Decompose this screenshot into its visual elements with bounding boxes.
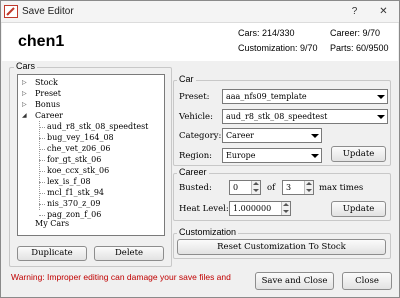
car-update-button[interactable]: Update [331, 146, 386, 162]
tree-node-my-cars[interactable]: My Cars [35, 219, 69, 228]
tree-node-career-car[interactable]: aud_r8_stk_08_speedtest [47, 122, 148, 131]
window-title: Save Editor [22, 6, 74, 17]
customization-count: Customization: 9/70 [238, 43, 318, 53]
tree-connector [39, 127, 45, 128]
spin-down-icon[interactable] [252, 187, 260, 193]
career-count: Career: 9/70 [330, 28, 381, 38]
tree-node-career-car[interactable]: nis_370_z_09 [47, 199, 100, 208]
tree-node-career-car[interactable]: koe_ccx_stk_06 [47, 166, 109, 175]
reset-customization-button[interactable]: Reset Customization To Stock [177, 239, 386, 255]
busted-stepper[interactable]: 0 [229, 180, 261, 195]
cars-tree[interactable]: ▷ Stock ▷ Preset ▷ Bonus ◢ Career aud_r8… [17, 74, 165, 236]
close-icon[interactable]: ✕ [377, 5, 390, 18]
customization-group-label: Customization [177, 227, 239, 237]
app-icon [4, 5, 18, 18]
chevron-down-icon [377, 115, 385, 119]
region-label: Region: [179, 151, 213, 161]
tree-node-career-car[interactable]: pag_zon_f_06 [47, 210, 101, 219]
tree-node-career[interactable]: Career [35, 111, 63, 120]
category-label: Category: [179, 131, 222, 141]
preset-select-value: aaa_nfs09_template [226, 92, 307, 101]
car-group-label: Car [177, 74, 196, 84]
tree-node-stock[interactable]: Stock [35, 78, 58, 87]
help-icon[interactable]: ? [348, 5, 361, 18]
tree-node-career-car[interactable]: mcl_f1_stk_94 [47, 188, 104, 197]
chevron-down-icon [311, 134, 319, 138]
tree-node-career-car[interactable]: bug_vey_164_08 [47, 133, 114, 142]
tree-connector [39, 215, 45, 216]
tree-node-career-car[interactable]: che_vet_z06_06 [47, 144, 110, 153]
collapse-icon[interactable]: ◢ [22, 112, 27, 119]
expand-icon[interactable]: ▷ [22, 79, 27, 86]
title-bar[interactable]: Save Editor ? ✕ [1, 1, 399, 23]
vehicle-select[interactable]: aud_r8_stk_08_speedtest [222, 109, 388, 124]
duplicate-button[interactable]: Duplicate [17, 246, 87, 261]
chevron-down-icon [311, 154, 319, 158]
vehicle-select-value: aud_r8_stk_08_speedtest [226, 112, 328, 121]
warning-text: Warning: Improper editing can damage you… [11, 272, 231, 282]
busted-label: Busted: [179, 183, 212, 193]
max-times-label: max times [319, 183, 364, 193]
spin-down-icon[interactable] [282, 208, 290, 214]
vehicle-label: Vehicle: [179, 112, 213, 122]
tree-connector [39, 160, 45, 161]
cars-group-label: Cars [14, 61, 38, 71]
profile-name: chen1 [18, 33, 65, 50]
tree-connector [39, 171, 45, 172]
heat-level-value: 1.000000 [233, 204, 272, 213]
cars-count: Cars: 214/330 [238, 28, 295, 38]
tree-connector [39, 121, 40, 210]
heat-level-stepper[interactable]: 1.000000 [229, 201, 291, 216]
tree-connector [39, 204, 45, 205]
delete-button[interactable]: Delete [94, 246, 164, 261]
busted-spin-buttons[interactable] [251, 181, 260, 194]
tree-node-preset[interactable]: Preset [35, 89, 61, 98]
career-update-button[interactable]: Update [331, 201, 386, 217]
max-busted-stepper[interactable]: 3 [282, 180, 314, 195]
career-group-label: Career [177, 167, 209, 177]
tree-connector [39, 182, 45, 183]
save-editor-window: Save Editor ? ✕ chen1 Cars: 214/330 Care… [0, 0, 400, 298]
heat-spin-buttons[interactable] [281, 202, 290, 215]
tree-node-bonus[interactable]: Bonus [35, 100, 60, 109]
heat-level-label: Heat Level: [179, 204, 229, 214]
category-select[interactable]: Career [222, 128, 322, 143]
tree-node-career-car[interactable]: for_gt_stk_06 [47, 155, 101, 164]
region-select[interactable]: Europe [222, 148, 322, 163]
close-button[interactable]: Close [342, 272, 392, 290]
tree-connector [39, 193, 45, 194]
expand-icon[interactable]: ▷ [22, 90, 27, 97]
region-select-value: Europe [226, 151, 256, 160]
of-label: of [267, 183, 276, 193]
category-select-value: Career [226, 131, 255, 140]
tree-connector [39, 138, 45, 139]
busted-value: 0 [233, 183, 239, 192]
save-and-close-button[interactable]: Save and Close [255, 272, 334, 290]
preset-select[interactable]: aaa_nfs09_template [222, 89, 388, 104]
chevron-down-icon [377, 95, 385, 99]
tree-connector [39, 149, 45, 150]
max-spin-buttons[interactable] [304, 181, 313, 194]
tree-node-career-car[interactable]: lex_is_f_08 [47, 177, 91, 186]
expand-icon[interactable]: ▷ [22, 101, 27, 108]
profile-header: chen1 Cars: 214/330 Career: 9/70 Customi… [2, 23, 398, 61]
spin-down-icon[interactable] [305, 187, 313, 193]
parts-count: Parts: 60/9500 [330, 43, 389, 53]
max-busted-value: 3 [286, 183, 292, 192]
preset-label: Preset: [179, 92, 210, 102]
